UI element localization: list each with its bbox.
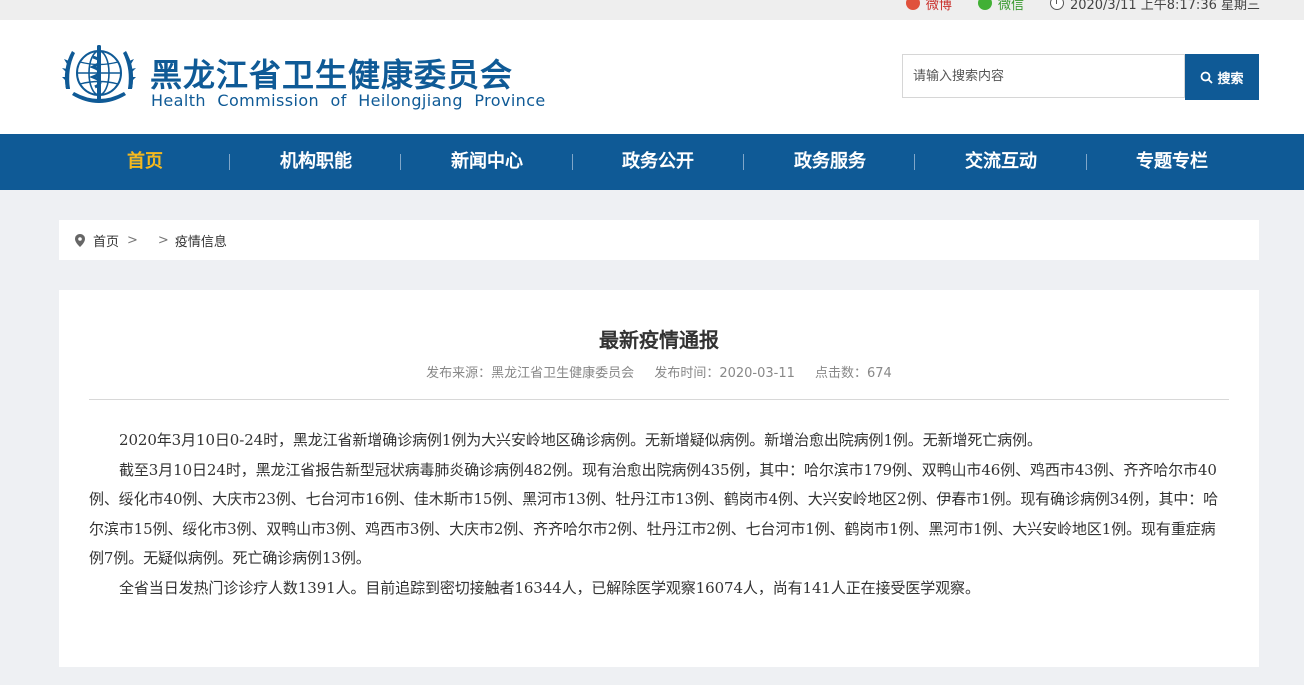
article-title: 最新疫情通报 xyxy=(599,328,719,352)
search-button[interactable]: 搜索 xyxy=(1185,54,1259,100)
nav-item-functions[interactable]: 机构职能 xyxy=(246,134,386,190)
top-utility-bar: 微博 微信 2020/3/11 上午8:17:36 星期三 xyxy=(0,0,1304,20)
breadcrumb: 首页 > > 疫情信息 xyxy=(59,220,1259,260)
breadcrumb-current[interactable]: 疫情信息 xyxy=(175,231,227,250)
breadcrumb-separator: > xyxy=(157,232,169,248)
clock-icon xyxy=(1049,0,1064,10)
article-body: 2020年3月10日0-24时，黑龙江省新增确诊病例1例为大兴安岭地区确诊病例。… xyxy=(89,426,1229,603)
nav-separator xyxy=(229,154,230,170)
article-paragraph: 截至3月10日24时，黑龙江省报告新型冠状病毒肺炎确诊病例482例。现有治愈出院… xyxy=(89,460,1219,568)
weixin-label: 微信 xyxy=(997,0,1024,13)
weixin-link[interactable]: 微信 xyxy=(977,0,1024,13)
nav-item-gov-services[interactable]: 政务服务 xyxy=(760,134,900,190)
article-meta: 发布来源：黑龙江省卫生健康委员会 发布时间：2020-03-11 点击数：674 xyxy=(59,362,1259,381)
site-title-en: Health Commission of Heilongjiang Provin… xyxy=(151,91,546,110)
article-hits: 点击数：674 xyxy=(815,366,892,381)
weixin-icon xyxy=(977,0,992,10)
search-icon xyxy=(1201,71,1214,84)
site-title-cn[interactable]: 黑龙江省卫生健康委员会 xyxy=(150,50,513,96)
search-button-label: 搜索 xyxy=(1217,71,1244,87)
article-divider xyxy=(89,399,1229,400)
article-panel: 最新疫情通报 发布来源：黑龙江省卫生健康委员会 发布时间：2020-03-11 … xyxy=(59,290,1259,667)
article-source: 发布来源：黑龙江省卫生健康委员会 xyxy=(426,366,635,381)
location-pin-icon xyxy=(75,233,85,247)
site-header: 黑龙江省卫生健康委员会 Health Commission of Heilong… xyxy=(0,20,1304,134)
weibo-link[interactable]: 微博 xyxy=(905,0,952,13)
weibo-label: 微博 xyxy=(925,0,952,13)
nav-separator xyxy=(1086,154,1087,170)
weibo-icon xyxy=(905,0,920,10)
article-paragraph: 全省当日发热门诊诊疗人数1391人。目前追踪到密切接触者16344人，已解除医学… xyxy=(119,578,980,597)
who-emblem-logo-icon[interactable] xyxy=(60,39,138,115)
top-utility-links: 微博 微信 2020/3/11 上午8:17:36 星期三 xyxy=(880,0,1260,13)
nav-item-news[interactable]: 新闻中心 xyxy=(417,134,557,190)
nav-item-topics[interactable]: 专题专栏 xyxy=(1102,134,1242,190)
nav-item-home[interactable]: 首页 xyxy=(75,134,215,190)
search-input[interactable] xyxy=(902,54,1185,98)
main-nav: 首页 机构职能 新闻中心 政务公开 政务服务 交流互动 专题专栏 xyxy=(0,134,1304,190)
breadcrumb-home-link[interactable]: 首页 xyxy=(93,231,119,250)
datetime-text: 2020/3/11 上午8:17:36 星期三 xyxy=(1069,0,1260,13)
nav-separator xyxy=(572,154,573,170)
datetime-display: 2020/3/11 上午8:17:36 星期三 xyxy=(1049,0,1260,13)
article-date: 发布时间：2020-03-11 xyxy=(654,366,795,381)
nav-item-gov-info[interactable]: 政务公开 xyxy=(588,134,728,190)
nav-separator xyxy=(914,154,915,170)
article-paragraph: 2020年3月10日0-24时，黑龙江省新增确诊病例1例为大兴安岭地区确诊病例。… xyxy=(119,431,1042,449)
nav-item-interaction[interactable]: 交流互动 xyxy=(931,134,1071,190)
breadcrumb-separator: > xyxy=(127,232,138,248)
nav-separator xyxy=(743,154,744,170)
nav-separator xyxy=(400,154,401,170)
